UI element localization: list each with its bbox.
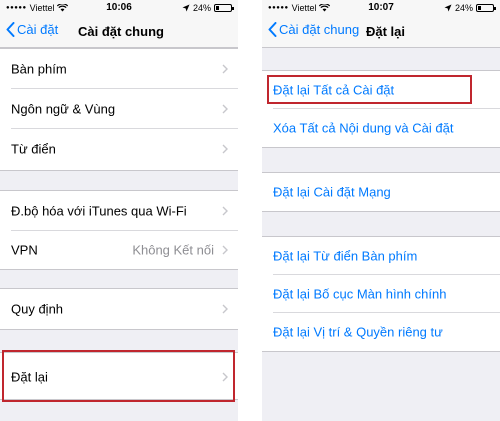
list-item-vpn[interactable]: VPN Không Kết nối	[0, 230, 238, 270]
reset-group: Đặt lại Tất cả Cài đặt Xóa Tất cả Nội du…	[262, 70, 500, 148]
settings-group: Quy định	[0, 288, 238, 330]
list-item-dictionary[interactable]: Từ điển	[0, 129, 238, 169]
reset-group: Đặt lại Từ điển Bàn phím Đặt lại Bố cục …	[262, 236, 500, 352]
back-button[interactable]: Cài đặt	[6, 22, 58, 37]
reset-home-screen-layout-button[interactable]: Đặt lại Bố cục Màn hình chính	[262, 275, 500, 313]
page-title: Cài đặt chung	[78, 24, 164, 39]
back-button-label: Cài đặt	[17, 22, 59, 37]
battery-percent: 24%	[192, 3, 211, 13]
back-button-label: Cài đặt chung	[279, 22, 360, 37]
settings-group: Đ.bộ hóa với iTunes qua Wi-Fi VPN Không …	[0, 190, 238, 270]
list-item-label: Đặt lại Bố cục Màn hình chính	[273, 286, 447, 302]
back-button[interactable]: Cài đặt chung	[268, 22, 359, 37]
page-title: Đặt lại	[366, 24, 406, 39]
list-item-label: Ngôn ngữ & Vùng	[11, 101, 116, 117]
list-item-keyboard[interactable]: Bàn phím	[0, 49, 238, 89]
chevron-right-icon	[222, 104, 228, 114]
list-item-label: VPN	[11, 242, 38, 258]
list-item-label: Đặt lại Cài đặt Mạng	[273, 184, 391, 200]
status-bar: ●●●●● Viettel 10:07 24%	[262, 0, 500, 16]
battery-icon	[214, 4, 234, 12]
list-item-label: Bàn phím	[11, 61, 67, 77]
reset-all-settings-button[interactable]: Đặt lại Tất cả Cài đặt	[262, 71, 500, 109]
chevron-right-icon	[222, 144, 228, 154]
list-item-regulatory[interactable]: Quy định	[0, 289, 238, 329]
list-item-label: Đặt lại Từ điển Bàn phím	[273, 248, 418, 264]
chevron-right-icon	[222, 304, 228, 314]
list-item-label: Xóa Tất cả Nội dung và Cài đặt	[273, 120, 454, 136]
left-screen: ●●●●● Viettel 10:06 24% Cài đặt Cài đặt …	[0, 0, 238, 421]
vpn-status-value: Không Kết nối	[132, 242, 214, 258]
list-item-label: Đặt lại	[11, 369, 48, 385]
navigation-bar: Cài đặt Cài đặt chung	[0, 16, 238, 48]
list-item-itunes-wifi-sync[interactable]: Đ.bộ hóa với iTunes qua Wi-Fi	[0, 191, 238, 231]
list-item-reset[interactable]: Đặt lại	[0, 357, 238, 397]
reset-location-privacy-button[interactable]: Đặt lại Vị trí & Quyền riêng tư	[262, 313, 500, 351]
list-item-label: Từ điển	[11, 141, 56, 157]
reset-keyboard-dictionary-button[interactable]: Đặt lại Từ điển Bàn phím	[262, 237, 500, 275]
navigation-bar: Cài đặt chung Đặt lại	[262, 16, 500, 48]
list-item-label: Đặt lại Tất cả Cài đặt	[273, 82, 395, 98]
settings-group: Đặt lại	[0, 352, 238, 400]
chevron-right-icon	[222, 245, 228, 255]
battery-icon	[476, 4, 496, 12]
list-item-label: Đặt lại Vị trí & Quyền riêng tư	[273, 324, 443, 340]
chevron-right-icon	[222, 206, 228, 216]
reset-network-settings-button[interactable]: Đặt lại Cài đặt Mạng	[262, 173, 500, 211]
list-item-label: Quy định	[11, 301, 64, 317]
location-icon	[444, 4, 452, 12]
location-icon	[182, 4, 190, 12]
chevron-right-icon	[222, 64, 228, 74]
list-item-language-region[interactable]: Ngôn ngữ & Vùng	[0, 89, 238, 129]
back-chevron-icon	[6, 22, 15, 37]
status-bar: ●●●●● Viettel 10:06 24%	[0, 0, 238, 16]
right-screen: ●●●●● Viettel 10:07 24% Cài đặt chung Đặ…	[262, 0, 500, 421]
back-chevron-icon	[268, 22, 277, 37]
erase-all-content-button[interactable]: Xóa Tất cả Nội dung và Cài đặt	[262, 109, 500, 147]
battery-percent: 24%	[454, 3, 473, 13]
reset-group: Đặt lại Cài đặt Mạng	[262, 172, 500, 212]
chevron-right-icon	[222, 372, 228, 382]
list-item-label: Đ.bộ hóa với iTunes qua Wi-Fi	[11, 203, 187, 219]
settings-group: Bàn phím Ngôn ngữ & Vùng Từ điển	[0, 48, 238, 171]
